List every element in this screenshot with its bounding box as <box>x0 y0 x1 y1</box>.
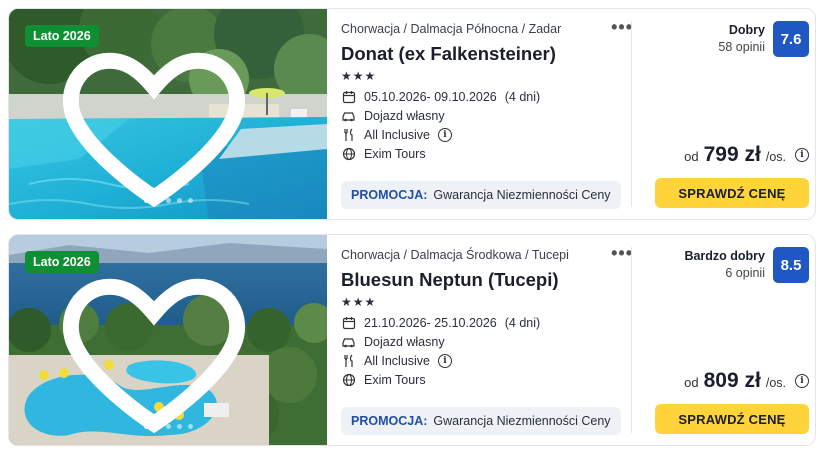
review-count[interactable]: 58 opinii <box>718 40 765 54</box>
hotel-photo[interactable]: Lato 2026 <box>9 235 327 445</box>
location-breadcrumb[interactable]: Chorwacja / Dalmacja Środkowa / Tucepi <box>341 248 569 262</box>
price-row: od 809 zł /os. i <box>684 369 809 393</box>
transport-row: Dojazd własny <box>341 334 445 349</box>
more-icon[interactable]: ••• <box>611 243 633 264</box>
offer-card[interactable]: Lato 2026 Chorwacja / Dalmacja Środkowa … <box>8 234 816 446</box>
carousel-dot[interactable] <box>154 198 160 203</box>
hotel-photo[interactable]: Lato 2026 <box>9 9 327 219</box>
carousel-dots[interactable] <box>9 198 327 203</box>
carousel-dot[interactable] <box>176 424 182 429</box>
promo-text: Gwarancja Niezmienności Ceny <box>433 414 611 428</box>
card-divider <box>631 247 632 433</box>
price-suffix: /os. <box>765 376 786 390</box>
carousel-dot[interactable] <box>187 424 193 429</box>
carousel-dots[interactable] <box>9 424 327 429</box>
travel-dates: 05.10.2026- 09.10.2026 <box>364 89 497 104</box>
board-row: All Inclusive i <box>341 127 452 142</box>
operator-row: Exim Tours <box>341 372 426 387</box>
carousel-dot[interactable] <box>154 424 160 429</box>
info-icon[interactable]: i <box>795 148 809 162</box>
carousel-dot[interactable] <box>165 198 171 203</box>
info-icon[interactable]: i <box>438 127 452 142</box>
carousel-dot[interactable] <box>143 424 149 429</box>
dates-row: 05.10.2026- 09.10.2026 (4 dni) <box>341 89 540 104</box>
info-icon[interactable]: i <box>795 374 809 388</box>
price-amount: 809 zł <box>703 369 761 392</box>
info-icon[interactable]: i <box>438 353 452 368</box>
transport-row: Dojazd własny <box>341 108 445 123</box>
transport-type: Dojazd własny <box>364 334 445 349</box>
price-amount: 799 zł <box>703 143 761 166</box>
price-panel: Dobry 58 opinii 7.6 od 799 zł /os. i SPR… <box>639 9 809 219</box>
globe-icon <box>341 372 356 387</box>
more-icon[interactable]: ••• <box>611 17 633 38</box>
heart-icon[interactable] <box>9 21 313 219</box>
dates-row: 21.10.2026- 25.10.2026 (4 dni) <box>341 315 540 330</box>
carousel-dot[interactable] <box>176 198 182 203</box>
rating-score: 8.5 <box>773 247 809 283</box>
tour-operator: Exim Tours <box>364 372 426 387</box>
hotel-name[interactable]: Donat (ex Falkensteiner) <box>341 43 556 65</box>
cutlery-icon <box>341 127 356 142</box>
trip-duration: (4 dni) <box>504 315 541 330</box>
board-row: All Inclusive i <box>341 353 452 368</box>
carousel-dot[interactable] <box>165 424 171 429</box>
card-divider <box>631 21 632 207</box>
location-breadcrumb[interactable]: Chorwacja / Dalmacja Północna / Zadar <box>341 22 561 36</box>
cutlery-icon <box>341 353 356 368</box>
rating-label: Bardzo dobry <box>684 249 765 263</box>
carousel-dot[interactable] <box>187 198 193 203</box>
promo-label: PROMOCJA: <box>351 414 428 428</box>
offer-card[interactable]: Lato 2026 Chorwacja / Dalmacja Północna … <box>8 8 816 220</box>
travel-dates: 21.10.2026- 25.10.2026 <box>364 315 497 330</box>
board-type: All Inclusive <box>364 353 430 368</box>
rating-label: Dobry <box>728 23 765 37</box>
carousel-dot[interactable] <box>143 198 149 203</box>
price-row: od 799 zł /os. i <box>684 143 809 167</box>
hotel-stars: ★★★ <box>341 295 377 309</box>
review-count[interactable]: 6 opinii <box>725 266 765 280</box>
hotel-stars: ★★★ <box>341 69 377 83</box>
offer-info: Chorwacja / Dalmacja Środkowa / Tucepi •… <box>341 235 632 445</box>
car-icon <box>341 334 356 349</box>
calendar-icon <box>341 89 356 104</box>
car-icon <box>341 108 356 123</box>
heart-icon[interactable] <box>9 247 313 445</box>
calendar-icon <box>341 315 356 330</box>
rating-score: 7.6 <box>773 21 809 57</box>
offer-info: Chorwacja / Dalmacja Północna / Zadar ••… <box>341 9 632 219</box>
board-type: All Inclusive <box>364 127 430 142</box>
check-price-button[interactable]: SPRAWDŹ CENĘ <box>655 178 809 208</box>
hotel-name[interactable]: Bluesun Neptun (Tucepi) <box>341 269 559 291</box>
promo-text: Gwarancja Niezmienności Ceny <box>433 188 611 202</box>
check-price-button[interactable]: SPRAWDŹ CENĘ <box>655 404 809 434</box>
price-suffix: /os. <box>765 150 786 164</box>
price-panel: Bardzo dobry 6 opinii 8.5 od 809 zł /os.… <box>639 235 809 445</box>
price-prefix: od <box>684 375 699 390</box>
tour-operator: Exim Tours <box>364 146 426 161</box>
transport-type: Dojazd własny <box>364 108 445 123</box>
promo-banner[interactable]: PROMOCJA: Gwarancja Niezmienności Ceny <box>341 181 621 209</box>
globe-icon <box>341 146 356 161</box>
promo-label: PROMOCJA: <box>351 188 428 202</box>
trip-duration: (4 dni) <box>504 89 541 104</box>
promo-banner[interactable]: PROMOCJA: Gwarancja Niezmienności Ceny <box>341 407 621 435</box>
operator-row: Exim Tours <box>341 146 426 161</box>
price-prefix: od <box>684 149 699 164</box>
